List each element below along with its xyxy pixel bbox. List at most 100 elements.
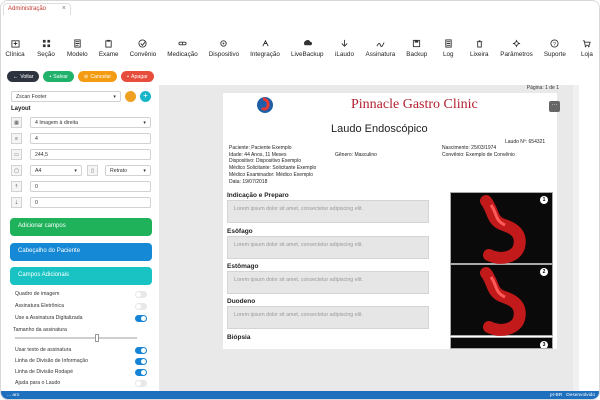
cancel-icon: ⊘ [84, 73, 89, 80]
field-size-input[interactable]: 244,5 [30, 149, 151, 160]
section-text-box[interactable]: Lorem ipsum dolor sit amet, consectetur … [227, 236, 429, 259]
toolbar-dispositivo[interactable]: Dispositivo [209, 39, 239, 65]
toggle-image-frame[interactable] [135, 291, 147, 298]
save-icon: ▪ [49, 73, 52, 80]
toolbar-label: Assinatura [365, 51, 396, 58]
field-count-input[interactable]: 4 [30, 133, 151, 144]
endoscopy-image[interactable]: 2 [450, 264, 553, 336]
support-icon: ? [550, 39, 559, 48]
patient-name: Paciente: Paciente Exemplo [229, 145, 292, 151]
toolbar-loja[interactable]: Loja [577, 39, 597, 65]
exam-date: Data: 19/07/2018 [229, 178, 268, 185]
save-button[interactable]: ▪ Salvar [43, 71, 75, 82]
report-title: Laudo Endoscópico [331, 123, 428, 135]
slider-thumb[interactable] [95, 334, 99, 342]
parameters-icon [512, 39, 521, 48]
section-text-box[interactable]: Lorem ipsum dolor sit amet, consectetur … [227, 271, 429, 294]
stomach-image [480, 267, 526, 336]
arrow-left-icon: ← [13, 73, 19, 80]
toolbar-label: Modelo [67, 51, 88, 58]
section-text-box[interactable]: Lorem ipsum dolor sit amet, consectetur … [227, 306, 429, 329]
toolbar-backup[interactable]: Backup [406, 39, 427, 65]
section-text-box[interactable]: Lorem ipsum dolor sit amet, consectetur … [227, 200, 429, 223]
orientation-icon: ▯ [87, 165, 98, 176]
toolbar-livebackup[interactable]: LiveBackup [291, 39, 324, 65]
extra-fields-section[interactable]: Campos Adicionais [10, 267, 152, 285]
toolbar-label: Dispositivo [208, 51, 240, 58]
toolbar-label: Suporte [543, 51, 566, 58]
section-title: Esôfago [227, 228, 253, 235]
trash-icon: ▪ [127, 73, 129, 80]
toggle-electronic-signature[interactable] [135, 303, 147, 310]
preview-scrollbar[interactable] [573, 85, 579, 391]
extra-fields-label: Campos Adicionais [18, 272, 70, 278]
cancel-button[interactable]: ⊘ Cancelar [78, 71, 118, 82]
toolbar-label: Seção [37, 51, 55, 58]
patient-header-label: Cabeçalho do Paciente [18, 248, 81, 254]
section-title: Indicação e Preparo [227, 192, 289, 199]
clinic-icon [10, 40, 20, 48]
store-icon [583, 40, 592, 48]
model-select[interactable]: Zscan Footer ▾ [11, 91, 121, 102]
status-left: ... aro [7, 393, 20, 398]
chevron-down-icon: ▾ [143, 119, 146, 126]
tab-label: Administração [8, 6, 47, 12]
patient-header-section[interactable]: Cabeçalho do Paciente [10, 243, 152, 261]
status-bar: ... aro pt-BR Desenvolvido [1, 391, 599, 399]
add-model-button[interactable]: + [140, 91, 151, 102]
field-size-value: 244,5 [35, 151, 48, 158]
toolbar-label: Lixeira [470, 51, 489, 58]
exam-icon [105, 39, 112, 48]
endoscopy-image[interactable]: 3 [450, 337, 553, 349]
toolbar-clinica[interactable]: Clínica [5, 39, 25, 65]
add-fields-section[interactable]: Adicionar campos [10, 218, 152, 236]
paper-size-select[interactable]: A4 ▾ [30, 165, 82, 176]
toggle-info-divider[interactable] [135, 358, 147, 365]
signature-icon [376, 42, 385, 48]
toolbar-convenio[interactable]: Convênio [130, 39, 156, 65]
images-layout-icon: ▦ [11, 117, 22, 128]
toggle-footer-divider[interactable] [135, 369, 147, 376]
margin-bottom-input[interactable]: 0 [30, 197, 151, 208]
delete-button[interactable]: ▪ Apagar [121, 71, 154, 82]
toolbar-parametros[interactable]: Parâmetros [500, 39, 533, 65]
toolbar-modelo[interactable]: Modelo [67, 39, 88, 65]
agreement-info: Convênio: Exemplo de Convênio [442, 151, 515, 158]
toolbar-ilaudo[interactable]: iLaudo [335, 39, 355, 65]
toolbar-lixeira[interactable]: Lixeira [469, 39, 489, 65]
option-label: Usar texto de assinatura [15, 347, 72, 353]
save-label: Salvar [53, 73, 69, 80]
margin-top-input[interactable]: 0 [30, 181, 151, 192]
device-icon [220, 40, 228, 47]
back-button[interactable]: ← Voltar [7, 71, 40, 82]
images-per-row-value: 4 Imagem à direita [35, 119, 78, 126]
toolbar-label: Clínica [5, 51, 25, 58]
patient-info-right: Nascimento: 25/03/1974 Convênio: Exemplo… [442, 145, 515, 158]
more-options-button[interactable]: ··· [549, 101, 560, 112]
toolbar-integracao[interactable]: Integração [250, 39, 280, 65]
delete-label: Apagar [130, 73, 148, 80]
toggle-signature-text[interactable] [135, 347, 147, 354]
log-icon [445, 39, 452, 48]
toolbar-suporte[interactable]: ? Suporte [544, 39, 566, 65]
edit-model-button[interactable] [125, 91, 136, 102]
toolbar-secao[interactable]: Seção [36, 39, 56, 65]
signature-size-slider[interactable] [15, 334, 137, 342]
clinic-logo [257, 97, 273, 113]
toolbar-assinatura[interactable]: Assinatura [365, 39, 396, 65]
margin-bottom-icon: ⇣ [11, 197, 22, 208]
tab-administracao[interactable]: Administração × [3, 3, 71, 15]
toolbar-medicacao[interactable]: Medicação [167, 39, 198, 65]
orientation-select[interactable]: Retrato ▾ [105, 165, 151, 176]
close-icon[interactable]: × [62, 5, 66, 12]
device-info: Dispositivo: Dispositivo Exemplo [229, 158, 301, 165]
toggle-digitized-signature[interactable] [135, 315, 147, 322]
toolbar-log[interactable]: Log [438, 39, 458, 65]
images-per-row-select[interactable]: 4 Imagem à direita ▾ [30, 117, 151, 128]
toggle-report-help[interactable] [135, 380, 147, 387]
endoscopy-image[interactable]: 1 [450, 192, 553, 264]
field-count-icon: ≡ [11, 133, 22, 144]
section-title: Duodeno [227, 298, 256, 305]
toolbar-exame[interactable]: Exame [99, 39, 119, 65]
option-label: Ajuda para o Laudo [15, 380, 61, 386]
